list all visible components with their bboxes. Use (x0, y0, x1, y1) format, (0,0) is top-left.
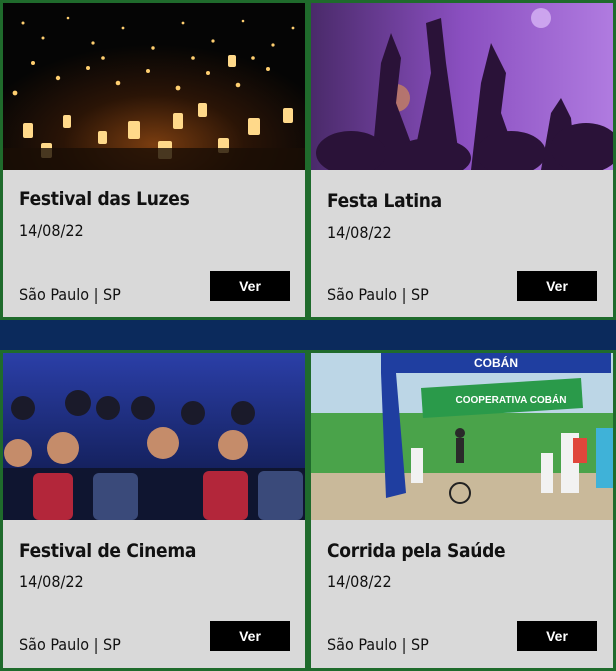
banner-top-text: COBÁN (474, 355, 518, 370)
event-date: 14/08/22 (19, 221, 84, 240)
event-image-race: COBÁN COOPERATIVA COBÁN (311, 353, 613, 520)
event-card-corrida-pela-saude: COBÁN COOPERATIVA COBÁN Corrida pela Saú… (308, 350, 616, 671)
event-title: Festa Latina (327, 190, 442, 212)
event-title: Festival de Cinema (19, 540, 197, 562)
event-location: São Paulo | SP (19, 635, 121, 654)
view-button[interactable]: Ver (517, 621, 597, 651)
event-image-cinema (3, 353, 305, 520)
event-location: São Paulo | SP (327, 635, 429, 654)
event-location: São Paulo | SP (327, 285, 429, 304)
banner-arch-text: COOPERATIVA COBÁN (456, 393, 567, 406)
view-button[interactable]: Ver (210, 621, 290, 651)
event-date: 14/08/22 (327, 572, 392, 591)
event-card-festival-das-luzes: Festival das Luzes 14/08/22 São Paulo | … (0, 0, 308, 320)
event-location: São Paulo | SP (19, 285, 121, 304)
event-title: Corrida pela Saúde (327, 540, 506, 562)
event-title: Festival das Luzes (19, 188, 190, 210)
event-image-lanterns (3, 3, 305, 170)
event-date: 14/08/22 (327, 223, 392, 242)
event-card-festival-de-cinema: Festival de Cinema 14/08/22 São Paulo | … (0, 350, 308, 671)
event-date: 14/08/22 (19, 572, 84, 591)
view-button[interactable]: Ver (210, 271, 290, 301)
view-button[interactable]: Ver (517, 271, 597, 301)
event-card-festa-latina: Festa Latina 14/08/22 São Paulo | SP Ver (308, 0, 616, 320)
event-image-concert (311, 3, 613, 170)
